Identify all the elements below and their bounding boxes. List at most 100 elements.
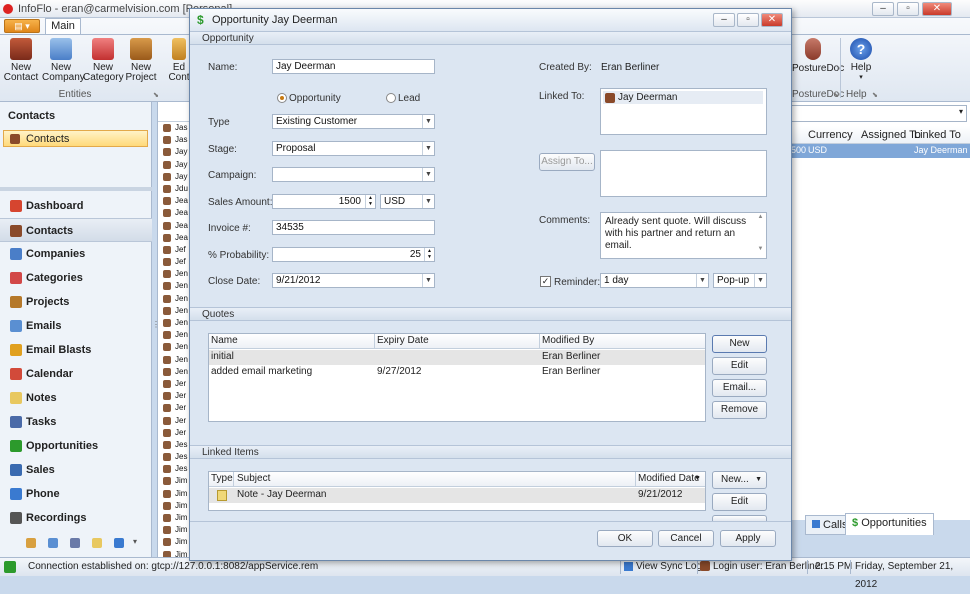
dialog-minimize-icon[interactable]: –	[713, 13, 735, 27]
nav-item-email-blasts[interactable]: Email Blasts	[0, 338, 152, 362]
reminder-dropdown[interactable]: 1 day ▼	[600, 273, 709, 288]
dialog-maximize-icon[interactable]: ▫	[737, 13, 759, 27]
spin-icon[interactable]: ▲ ▼	[424, 248, 434, 261]
list-item[interactable]: Jea	[158, 232, 192, 244]
tab-opportunities[interactable]: $ Opportunities	[845, 513, 934, 535]
list-item[interactable]: Jay	[158, 159, 192, 171]
linked-to-list[interactable]: Jay Deerman	[600, 88, 767, 135]
list-item[interactable]: Jen	[158, 268, 192, 280]
col-modified-by[interactable]: Modified By	[542, 334, 594, 348]
nav-item-contacts[interactable]: Contacts	[0, 218, 152, 242]
col-currency[interactable]: Currency	[808, 129, 853, 141]
col-expiry-date[interactable]: Expiry Date	[377, 334, 429, 348]
nav-item-companies[interactable]: Companies	[0, 242, 152, 266]
stage-dropdown[interactable]: Proposal ▼	[272, 141, 435, 156]
list-item[interactable]: Jer	[158, 415, 192, 427]
quote-new-button[interactable]: New	[712, 335, 767, 353]
nav-item-dashboard[interactable]: Dashboard	[0, 194, 152, 218]
list-item[interactable]: Jen	[158, 366, 192, 378]
list-search-box[interactable]	[158, 102, 192, 122]
posturedoc-button[interactable]: PostureDoc	[792, 38, 844, 74]
list-item[interactable]: Jim	[158, 536, 192, 548]
apply-button[interactable]: Apply	[720, 530, 776, 547]
table-row[interactable]: added email marketing 9/27/2012 Eran Ber…	[209, 365, 705, 380]
list-item[interactable]: Jer	[158, 402, 192, 414]
comments-textarea[interactable]: Already sent quote. Will discuss with hi…	[600, 212, 767, 259]
list-item[interactable]: Jen	[158, 329, 192, 341]
reminder-checkbox[interactable]: ✓	[540, 276, 551, 287]
list-item[interactable]: Jea	[158, 207, 192, 219]
edit-contact-button[interactable]: Ed Cont	[168, 38, 190, 83]
campaign-dropdown[interactable]: ▼	[272, 167, 435, 182]
ok-button[interactable]: OK	[597, 530, 653, 547]
list-item[interactable]: Jim	[158, 512, 192, 524]
tab-main[interactable]: Main	[45, 18, 81, 34]
nav-item-tasks[interactable]: Tasks	[0, 410, 152, 434]
list-item[interactable]: Jes	[158, 463, 192, 475]
col-linked-to[interactable]: Linked To	[914, 129, 961, 141]
invoice-field[interactable]: 34535	[272, 220, 435, 235]
new-company-button[interactable]: New Company	[42, 38, 85, 83]
list-item[interactable]: Jim	[158, 488, 192, 500]
close-date-picker[interactable]: 9/21/2012 ▼	[272, 273, 435, 288]
list-item[interactable]: Jef	[158, 244, 192, 256]
radio-lead[interactable]	[386, 93, 396, 103]
nav-item-notes[interactable]: Notes	[0, 386, 152, 410]
splitter[interactable]	[0, 187, 152, 191]
name-field[interactable]: Jay Deerman	[272, 59, 435, 74]
minimize-icon[interactable]: –	[872, 2, 894, 16]
list-item[interactable]: Jen	[158, 305, 192, 317]
nav-item-recordings[interactable]: Recordings	[0, 506, 152, 530]
dialog-close-icon[interactable]: ✕	[761, 13, 783, 27]
list-item[interactable]: Jen	[158, 341, 192, 353]
cancel-button[interactable]: Cancel	[658, 530, 714, 547]
list-item[interactable]: Jen	[158, 317, 192, 329]
list-item[interactable]: Jay	[158, 171, 192, 183]
spin-icon[interactable]: ▲ ▼	[365, 195, 375, 208]
col-subject[interactable]: Subject	[237, 472, 270, 486]
type-dropdown[interactable]: Existing Customer ▼	[272, 114, 435, 129]
list-item[interactable]: Jen	[158, 293, 192, 305]
probability-field[interactable]: 25 ▲ ▼	[272, 247, 435, 262]
list-item[interactable]: Jes	[158, 451, 192, 463]
nav-item-calendar[interactable]: Calendar	[0, 362, 152, 386]
nav-item-phone[interactable]: Phone	[0, 482, 152, 506]
assign-to-button[interactable]: Assign To...	[539, 153, 595, 171]
maximize-icon[interactable]: ▫	[897, 2, 919, 16]
assign-to-list[interactable]	[600, 150, 767, 197]
linked-new-button[interactable]: New... ▼	[712, 471, 767, 489]
list-item[interactable]: Jef	[158, 256, 192, 268]
group-launcher-icon[interactable]: ⬊	[833, 91, 839, 99]
reminder-type-dropdown[interactable]: Pop-up ▼	[713, 273, 767, 288]
list-item[interactable]: Jer	[158, 427, 192, 439]
help-button[interactable]: ? Help ▾	[846, 38, 876, 83]
list-item[interactable]: Jay Deerman	[603, 91, 763, 104]
list-item[interactable]: Jas	[158, 134, 192, 146]
table-row[interactable]: initial Eran Berliner	[209, 350, 705, 365]
folder-contacts[interactable]: Contacts	[3, 130, 148, 147]
list-item[interactable]: Jim	[158, 524, 192, 536]
nav-item-opportunities[interactable]: Opportunities	[0, 434, 152, 458]
list-item[interactable]: Jen	[158, 280, 192, 292]
group-launcher-icon[interactable]: ⬊	[153, 91, 159, 99]
nav-mini-icons[interactable]: ▾	[20, 536, 150, 552]
nav-item-emails[interactable]: Emails	[0, 314, 152, 338]
list-item[interactable]: Jim	[158, 500, 192, 512]
close-icon[interactable]: ✕	[922, 2, 952, 16]
list-item[interactable]: Jen	[158, 354, 192, 366]
quote-edit-button[interactable]: Edit	[712, 357, 767, 375]
grid-filter-dropdown[interactable]: ▾	[791, 105, 967, 122]
list-item[interactable]: Jea	[158, 220, 192, 232]
col-type[interactable]: Type	[211, 472, 233, 486]
list-item[interactable]: Jes	[158, 439, 192, 451]
table-row[interactable]: Note - Jay Deerman 9/21/2012	[209, 488, 705, 503]
group-launcher-icon[interactable]: ⬊	[872, 91, 878, 99]
scrollbar[interactable]: ▲ ▼	[755, 213, 766, 258]
list-item[interactable]: Jim	[158, 475, 192, 487]
new-project-button[interactable]: New Project	[125, 38, 157, 83]
table-row[interactable]: 500 USD Jay Deerman	[791, 144, 970, 158]
list-item[interactable]: Jay	[158, 146, 192, 158]
nav-item-categories[interactable]: Categories	[0, 266, 152, 290]
currency-dropdown[interactable]: USD ▼	[380, 194, 435, 209]
list-item[interactable]: Jer	[158, 378, 192, 390]
